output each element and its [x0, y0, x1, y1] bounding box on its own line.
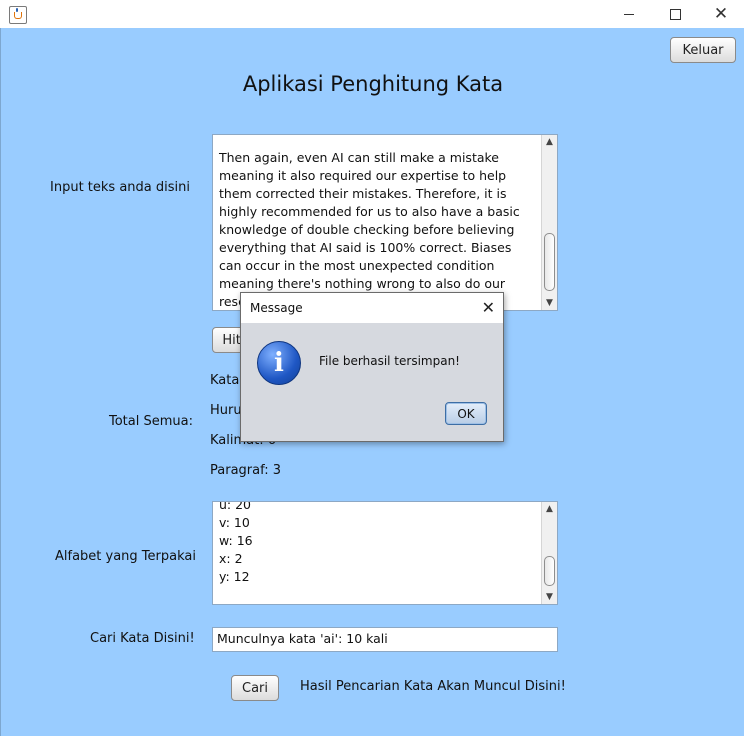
search-button[interactable]: Cari	[231, 675, 279, 701]
input-text-line: everything that AI said is 100% correct.…	[219, 240, 512, 255]
input-text-line: highly recommended for us to also have a…	[219, 204, 520, 219]
window-close-button[interactable]: ✕	[698, 0, 744, 28]
alphabet-label: Alfabet yang Terpakai	[55, 549, 196, 564]
input-text-line: can occur in the most unexpected conditi…	[219, 258, 495, 273]
alphabet-line: x: 2	[219, 551, 243, 566]
close-icon: ✕	[713, 3, 729, 24]
input-text-line: knowledge of double checking before beli…	[219, 222, 515, 237]
page-title: Aplikasi Penghitung Kata	[242, 72, 504, 96]
words-count: Kata:	[210, 373, 244, 388]
alphabet-textarea[interactable]: u: 20 v: 10 w: 16 x: 2 y: 12 ▲ ▼	[212, 501, 558, 605]
input-text-line: meaning there's nothing wrong to also do…	[219, 276, 506, 291]
window-titlebar: ✕	[0, 0, 744, 28]
scroll-down-icon[interactable]: ▼	[542, 590, 557, 604]
scroll-thumb[interactable]	[544, 233, 555, 291]
message-dialog: Message ✕ i File berhasil tersimpan! OK	[240, 292, 504, 442]
input-text-line: meaning it also required our expertise t…	[219, 168, 507, 183]
input-scrollbar[interactable]: ▲ ▼	[541, 135, 557, 310]
scroll-up-icon[interactable]: ▲	[542, 502, 557, 516]
java-app-icon	[9, 6, 27, 24]
exit-button[interactable]: Keluar	[670, 37, 736, 63]
alphabet-scrollbar[interactable]: ▲ ▼	[541, 502, 557, 604]
alphabet-text-content: u: 20 v: 10 w: 16 x: 2 y: 12	[219, 501, 535, 586]
maximize-button[interactable]	[652, 0, 698, 28]
paragraphs-count: Paragraf: 3	[210, 463, 281, 478]
dialog-close-icon[interactable]: ✕	[482, 298, 495, 317]
dialog-titlebar: Message ✕	[241, 293, 503, 323]
alphabet-line: y: 12	[219, 569, 250, 584]
search-result-text: Hasil Pencarian Kata Akan Muncul Disini!	[300, 679, 566, 694]
totals-label: Total Semua:	[109, 414, 193, 429]
input-label: Input teks anda disini	[50, 180, 190, 195]
alphabet-line: u: 20	[219, 501, 252, 512]
alphabet-line: v: 10	[219, 515, 250, 530]
info-icon: i	[257, 341, 301, 385]
ok-button[interactable]: OK	[445, 402, 487, 425]
input-text-line: them corrected their mistakes. Therefore…	[219, 186, 507, 201]
minimize-icon	[624, 13, 634, 15]
scroll-down-icon[interactable]: ▼	[542, 296, 557, 310]
scroll-up-icon[interactable]: ▲	[542, 135, 557, 149]
dialog-title: Message	[250, 301, 303, 315]
maximize-icon	[669, 8, 681, 20]
minimize-button[interactable]	[606, 0, 652, 28]
search-label: Cari Kata Disini!	[90, 631, 195, 646]
input-textarea[interactable]: Then again, even AI can still make a mis…	[212, 134, 558, 311]
dialog-message: File berhasil tersimpan!	[319, 354, 460, 368]
scroll-thumb[interactable]	[544, 556, 555, 586]
alphabet-line: w: 16	[219, 533, 253, 548]
input-text-line: Then again, even AI can still make a mis…	[219, 150, 499, 165]
search-input[interactable]: Munculnya kata 'ai': 10 kali	[212, 627, 558, 652]
input-text-content: Then again, even AI can still make a mis…	[219, 149, 535, 310]
